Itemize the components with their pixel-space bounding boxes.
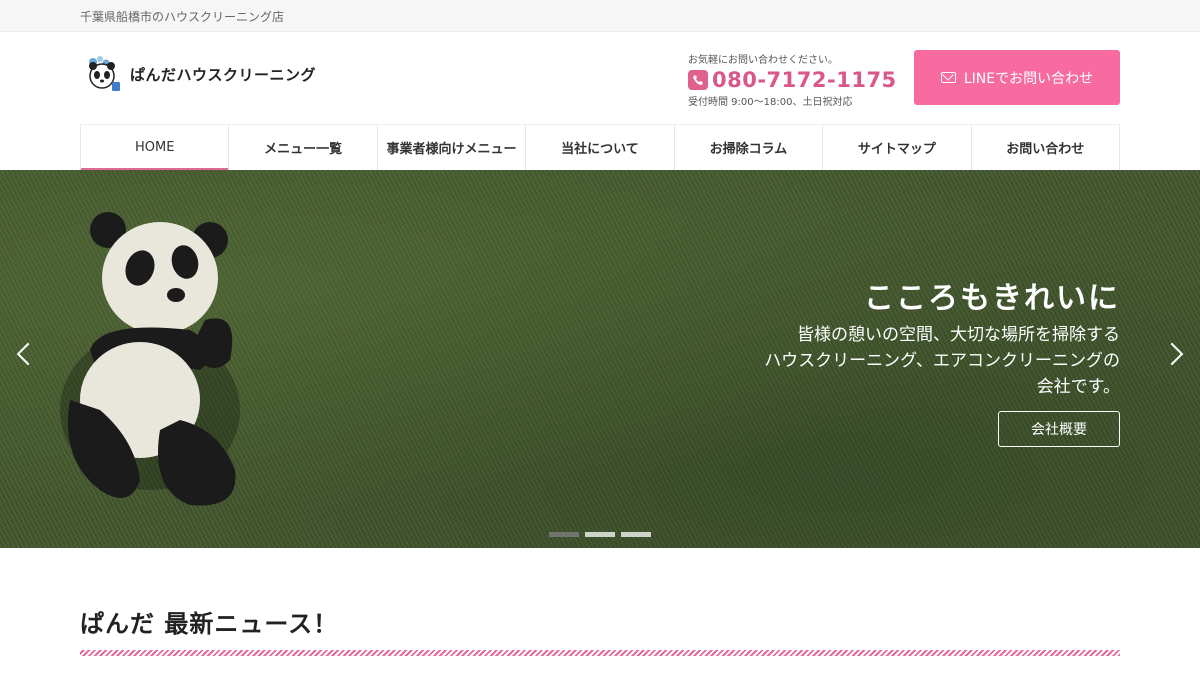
panda-plush-image	[60, 212, 240, 506]
site-logo[interactable]: ぱんだハウスクリーニング	[84, 54, 316, 94]
slider-dot-3[interactable]	[621, 532, 651, 537]
top-bar: 千葉県船橋市のハウスクリーニング店	[0, 0, 1200, 32]
nav-item-menu-list[interactable]: メニュー一覧	[228, 125, 376, 170]
slider-dot-2[interactable]	[585, 532, 615, 537]
news-section-title: ぱんだ 最新ニュース！	[80, 610, 339, 638]
site-header: ぱんだハウスクリーニング お気軽にお問い合わせください。 080-7172-11…	[0, 32, 1200, 124]
hero-description-line: 会社です。	[1036, 377, 1120, 397]
nav-item-column[interactable]: お掃除コラム	[673, 125, 822, 170]
line-contact-label: LINEでお問い合わせ	[963, 70, 1094, 87]
hero-slider: こころもきれいに 皆様の憩いの空間、大切な場所を掃除する ハウスクリーニング、エ…	[0, 170, 1200, 548]
phone-row[interactable]: 080-7172-1175	[688, 68, 898, 92]
business-hours: 受付時間 9:00〜18:00、土日祝対応	[688, 97, 853, 108]
section-divider	[80, 650, 1120, 656]
main-nav: HOME メニュー一覧 事業者様向けメニュー 当社について お掃除コラム サイト…	[80, 124, 1120, 170]
site-name: ぱんだハウスクリーニング	[130, 65, 317, 84]
nav-item-about[interactable]: 当社について	[525, 125, 673, 170]
line-contact-button[interactable]: LINEでお問い合わせ	[914, 50, 1120, 105]
slider-pagination	[549, 532, 651, 537]
hero-description-line: 皆様の憩いの空間、大切な場所を掃除する	[797, 325, 1120, 345]
nav-item-home[interactable]: HOME	[80, 125, 229, 170]
nav-item-contact[interactable]: お問い合わせ	[970, 125, 1120, 170]
slider-dot-1[interactable]	[549, 532, 579, 537]
hero-description-line: ハウスクリーニング、エアコンクリーニングの	[764, 351, 1120, 371]
hero-title: こころもきれいに	[864, 281, 1120, 316]
hero-description: 皆様の憩いの空間、大切な場所を掃除する ハウスクリーニング、エアコンクリーニング…	[700, 322, 1120, 400]
phone-number[interactable]: 080-7172-1175	[712, 68, 897, 92]
contact-block: お気軽にお問い合わせください。 080-7172-1175 受付時間 9:00〜…	[688, 51, 898, 108]
mail-icon	[940, 72, 956, 83]
site-tagline: 千葉県船橋市のハウスクリーニング店	[80, 10, 285, 24]
company-overview-button[interactable]: 会社概要	[998, 411, 1120, 447]
panda-logo-icon	[84, 54, 122, 94]
contact-note: お気軽にお問い合わせください。	[688, 55, 838, 66]
nav-item-business-menu[interactable]: 事業者様向けメニュー	[376, 125, 525, 170]
phone-icon	[688, 70, 708, 90]
nav-item-sitemap[interactable]: サイトマップ	[822, 125, 970, 170]
